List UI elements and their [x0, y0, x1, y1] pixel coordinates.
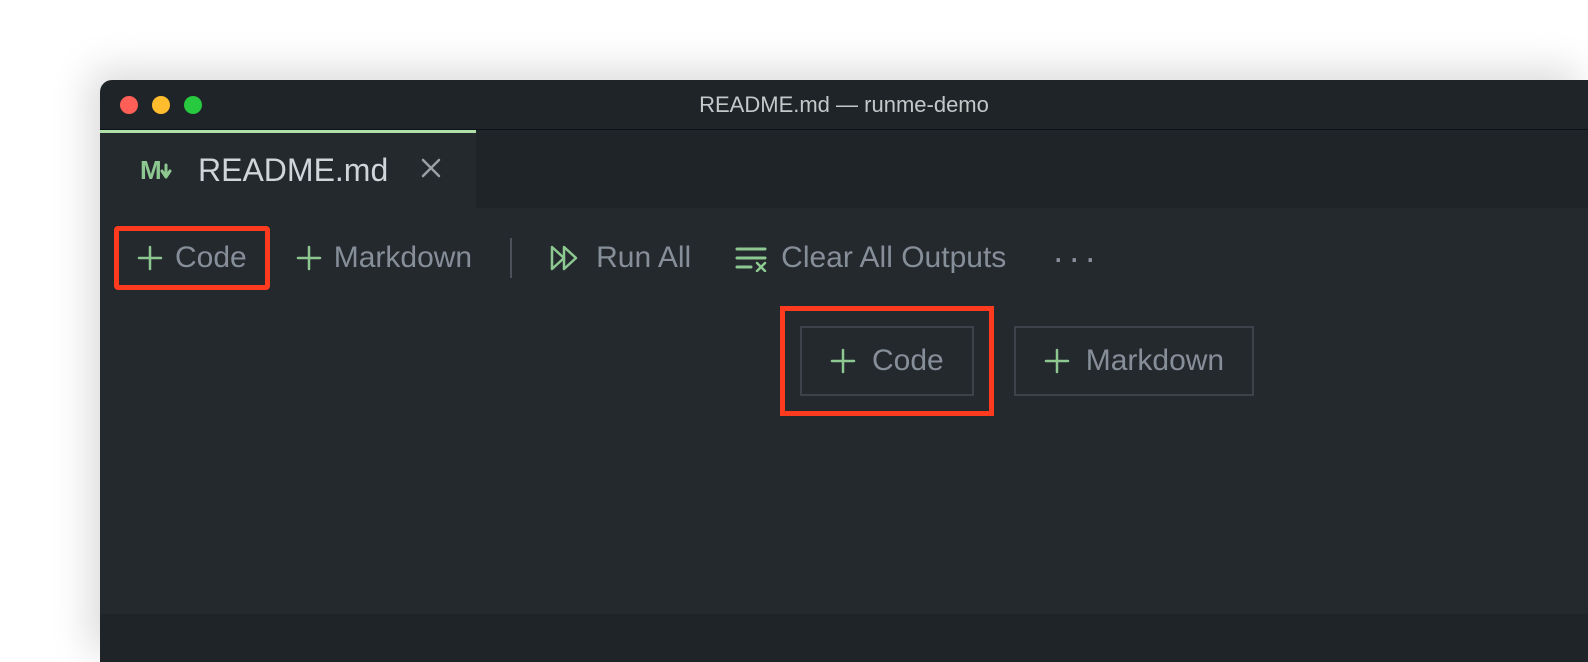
- maximize-window-button[interactable]: [184, 96, 202, 114]
- run-all-label: Run All: [596, 241, 691, 275]
- add-markdown-button[interactable]: Markdown: [278, 231, 490, 285]
- markdown-file-icon: M: [140, 157, 180, 185]
- insert-markdown-label: Markdown: [1086, 344, 1224, 378]
- plus-icon: [830, 348, 856, 374]
- traffic-lights: [120, 96, 202, 114]
- insert-code-cell-button[interactable]: Code: [800, 326, 974, 396]
- add-markdown-label: Markdown: [334, 241, 472, 275]
- insert-code-label: Code: [872, 344, 944, 378]
- more-actions-button[interactable]: ···: [1032, 237, 1120, 279]
- tab-label: README.md: [198, 152, 388, 189]
- editor-window: README.md — runme-demo M README.md: [100, 80, 1588, 662]
- insert-markdown-cell-button[interactable]: Markdown: [1014, 326, 1254, 396]
- tab-readme[interactable]: M README.md: [100, 130, 476, 208]
- window-title: README.md — runme-demo: [699, 92, 989, 118]
- cell-inserter-row: Code Markdown: [100, 308, 1588, 414]
- clear-outputs-button[interactable]: Clear All Outputs: [717, 231, 1024, 285]
- clear-outputs-icon: [735, 244, 769, 272]
- titlebar: README.md — runme-demo: [100, 80, 1588, 130]
- plus-icon: [296, 245, 322, 271]
- add-code-button[interactable]: Code: [114, 226, 270, 290]
- close-window-button[interactable]: [120, 96, 138, 114]
- notebook-toolbar: Code Markdown Run All: [100, 208, 1588, 308]
- minimize-window-button[interactable]: [152, 96, 170, 114]
- clear-outputs-label: Clear All Outputs: [781, 241, 1006, 275]
- add-code-label: Code: [175, 241, 247, 275]
- toolbar-separator: [510, 238, 512, 278]
- run-all-icon: [550, 243, 584, 273]
- svg-text:M: M: [140, 157, 162, 185]
- plus-icon: [1044, 348, 1070, 374]
- plus-icon: [137, 245, 163, 271]
- tabs-bar: M README.md: [100, 130, 1588, 208]
- run-all-button[interactable]: Run All: [532, 231, 709, 285]
- editor-area: [100, 414, 1588, 614]
- close-tab-icon[interactable]: [416, 151, 446, 190]
